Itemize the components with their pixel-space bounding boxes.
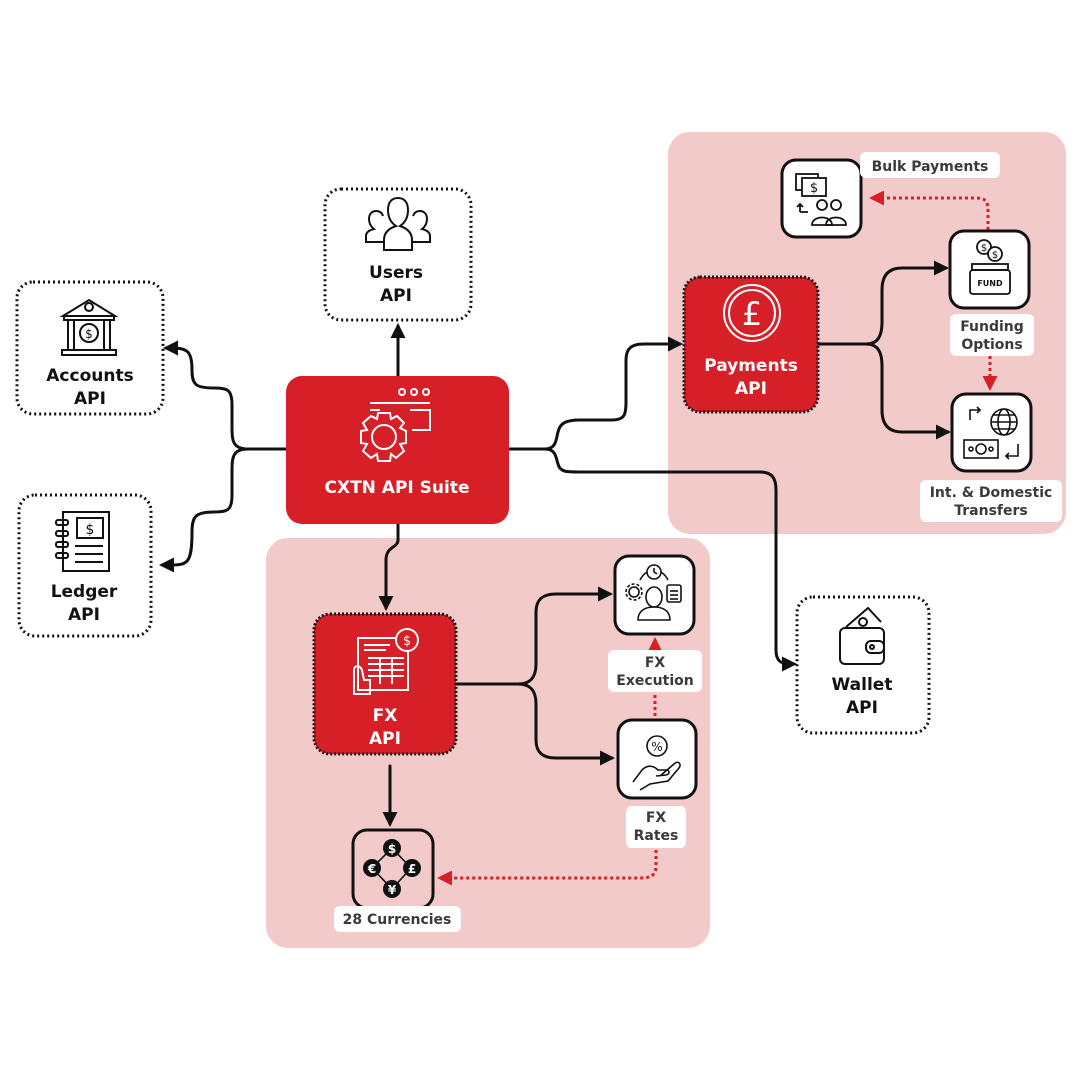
fx-api-node[interactable]: $ FX API xyxy=(312,612,458,756)
currency-symbol-pound: £ xyxy=(408,862,416,876)
svg-text:FUND: FUND xyxy=(977,279,1003,288)
api-suite-diagram: CXTN API Suite Users API $ Accounts API xyxy=(15,132,1066,948)
svg-text:$: $ xyxy=(85,327,93,341)
svg-text:FX: FX xyxy=(645,655,666,671)
payments-api-label-line1: Payments xyxy=(704,356,798,376)
svg-text:$: $ xyxy=(403,634,411,649)
accounts-api-node[interactable]: $ Accounts API xyxy=(15,280,165,416)
users-api-node[interactable]: Users API xyxy=(323,187,473,322)
hub-title: CXTN API Suite xyxy=(324,478,469,498)
ledger-api-node[interactable]: $ Ledger API xyxy=(17,493,153,638)
ledger-api-label-line2: API xyxy=(68,605,100,625)
currencies-label: 28 Currencies xyxy=(334,906,461,932)
accounts-api-label-line1: Accounts xyxy=(46,366,133,386)
svg-text:Funding: Funding xyxy=(960,319,1024,335)
svg-text:FX: FX xyxy=(646,810,667,826)
svg-text:%: % xyxy=(651,740,662,754)
svg-text:Int. & Domestic: Int. & Domestic xyxy=(930,485,1053,501)
fx-rates-label: FX Rates xyxy=(626,806,686,848)
connector-hub-to-payments xyxy=(507,336,683,451)
svg-text:Options: Options xyxy=(961,337,1022,353)
fx-api-label-line2: API xyxy=(369,729,401,749)
transfers-label: Int. & Domestic Transfers xyxy=(920,480,1062,522)
currency-symbol-dollar: $ xyxy=(388,842,396,856)
wallet-api-node[interactable]: Wallet API xyxy=(795,595,931,735)
bulk-payments-label: Bulk Payments xyxy=(860,152,1000,178)
ledger-api-label-line1: Ledger xyxy=(51,582,118,602)
payments-api-node[interactable]: £ Payments API xyxy=(682,275,820,414)
svg-text:Execution: Execution xyxy=(616,673,693,689)
transfers-node[interactable] xyxy=(950,392,1033,473)
wallet-api-label-line1: Wallet xyxy=(832,675,893,695)
accounts-api-label-line2: API xyxy=(74,389,106,409)
hub-node[interactable]: CXTN API Suite xyxy=(286,376,509,524)
payments-api-label-line2: API xyxy=(735,379,767,399)
users-api-label-line1: Users xyxy=(369,263,423,283)
svg-text:Bulk Payments: Bulk Payments xyxy=(872,159,989,175)
users-api-label-line2: API xyxy=(380,286,412,306)
wallet-api-label-line2: API xyxy=(846,698,878,718)
funding-options-node[interactable]: $ $ FUND xyxy=(948,229,1031,310)
svg-text:$: $ xyxy=(810,181,818,196)
fx-rates-node[interactable]: % xyxy=(616,718,698,800)
fx-api-label-line1: FX xyxy=(373,706,398,726)
currencies-node[interactable]: $ € £ ¥ xyxy=(351,828,435,910)
svg-text:Transfers: Transfers xyxy=(954,503,1028,519)
svg-text:$: $ xyxy=(981,243,987,254)
bulk-payments-node[interactable]: $ xyxy=(780,158,863,239)
svg-text:$: $ xyxy=(86,522,95,538)
funding-options-label: Funding Options xyxy=(950,314,1034,356)
svg-text:Rates: Rates xyxy=(634,828,679,844)
svg-text:$: $ xyxy=(992,250,998,261)
svg-text:28 Currencies: 28 Currencies xyxy=(343,912,452,928)
connector-hub-to-ledger xyxy=(159,447,250,573)
svg-text:£: £ xyxy=(742,295,762,333)
currency-symbol-yen: ¥ xyxy=(388,883,397,897)
currency-symbol-euro: € xyxy=(367,862,376,876)
fx-execution-node[interactable] xyxy=(613,554,696,636)
fx-execution-label: FX Execution xyxy=(608,650,702,692)
connector-hub-to-accounts xyxy=(163,340,288,451)
